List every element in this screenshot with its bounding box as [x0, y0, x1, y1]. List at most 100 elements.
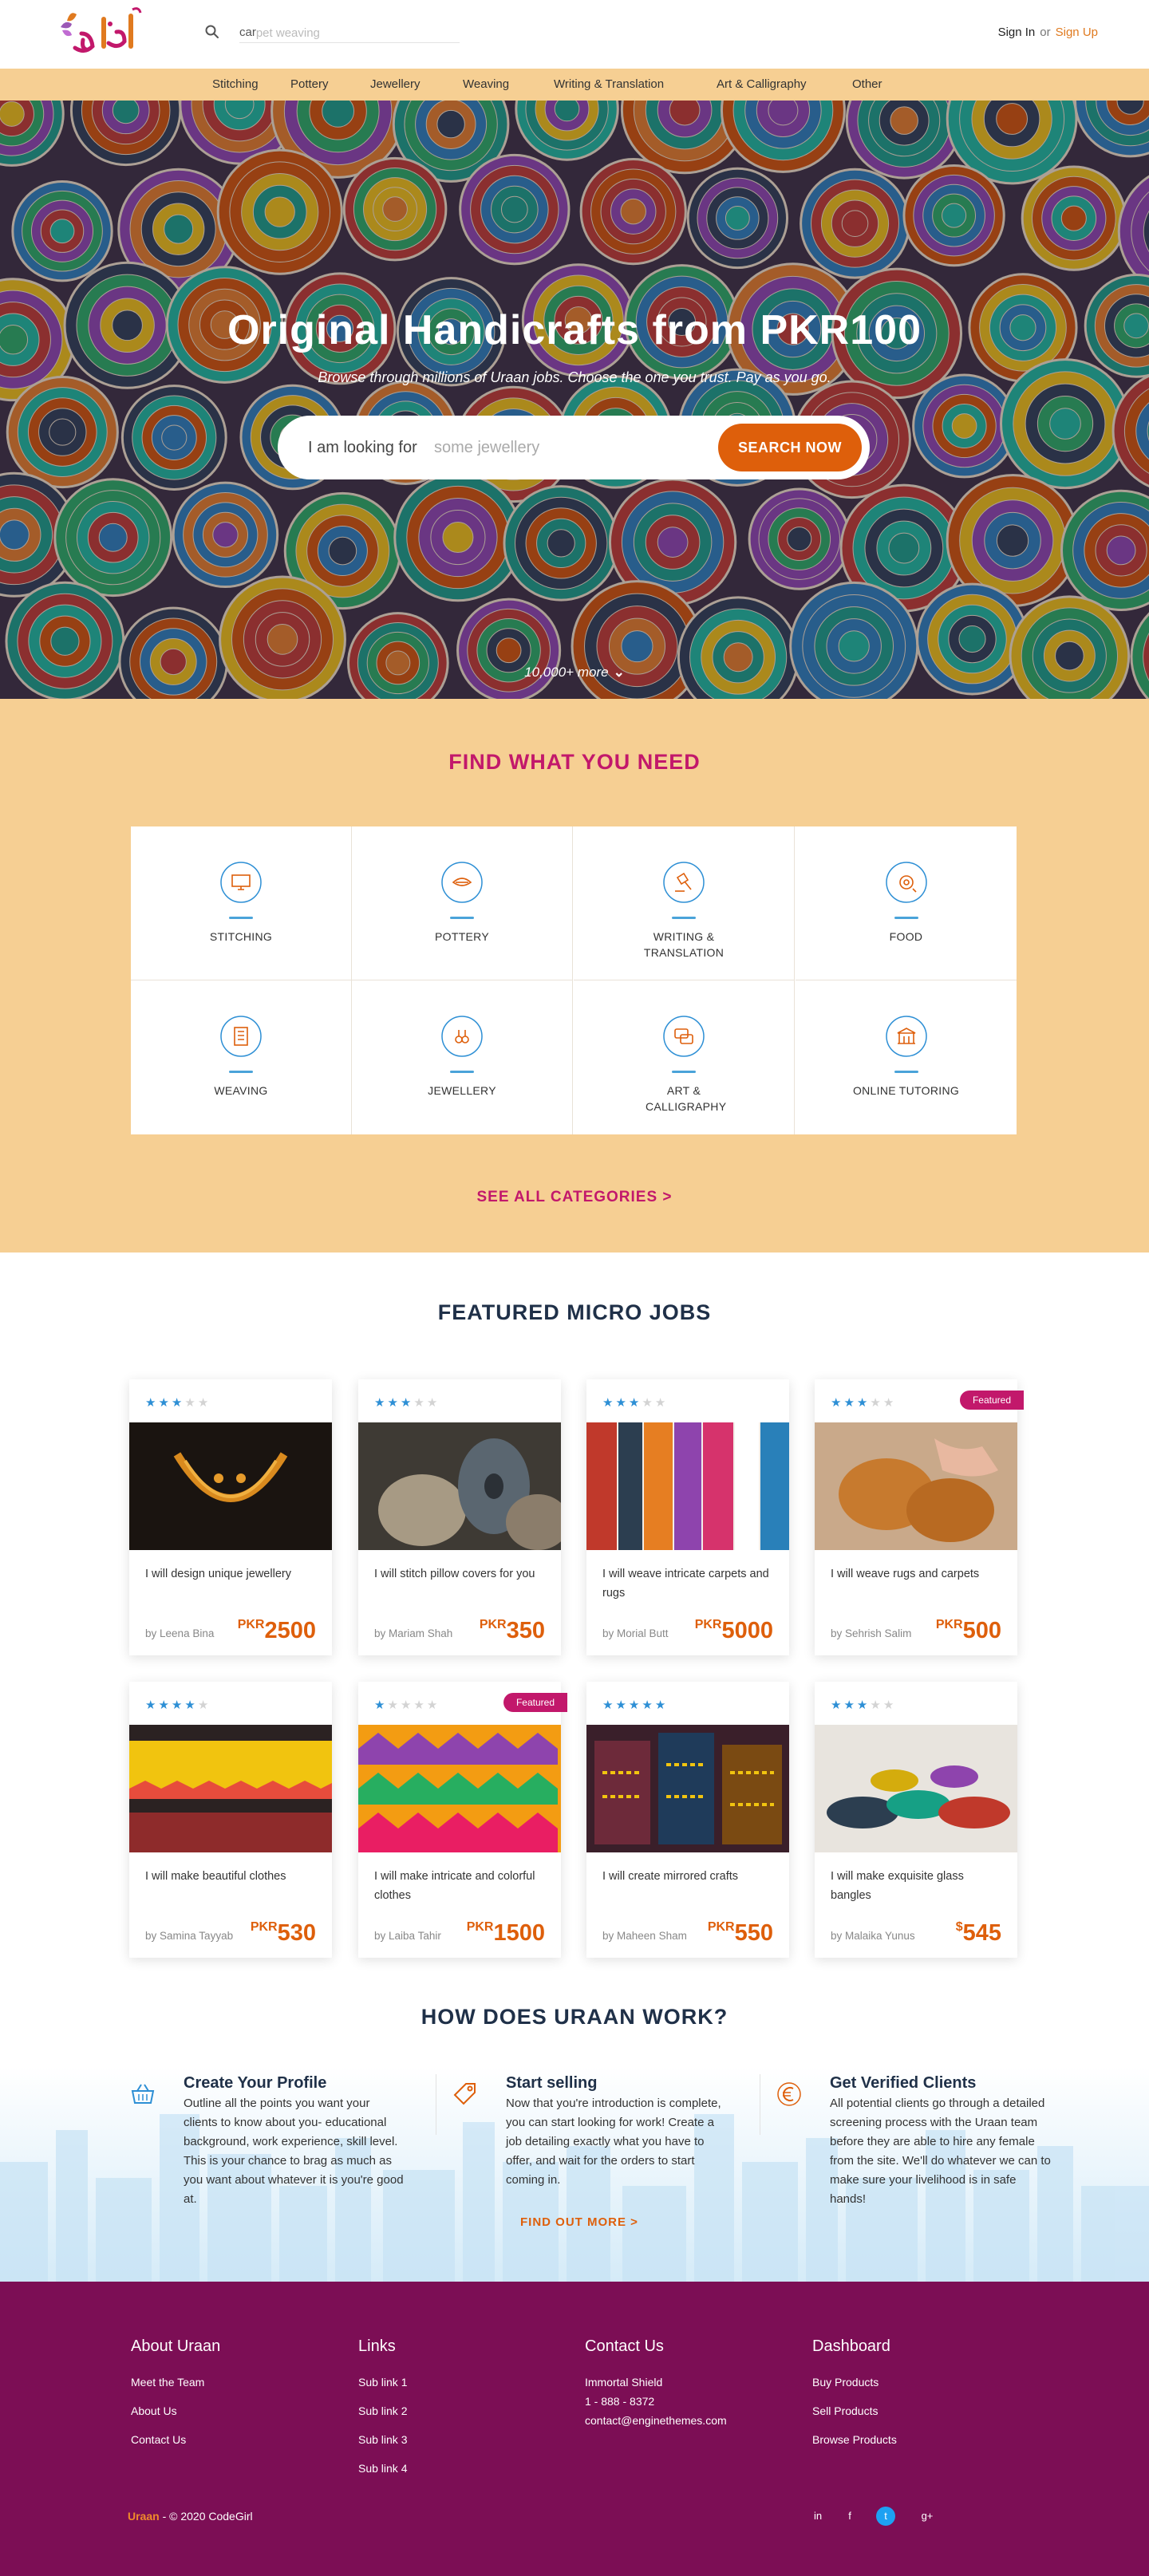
header-search-input[interactable] — [239, 22, 460, 43]
job-card[interactable]: ★★★★★ Featured I will make intricate and c… — [358, 1682, 567, 1958]
category-card[interactable]: STITCHING — [131, 826, 352, 980]
price-amount: 5000 — [721, 1618, 773, 1643]
footer-sublink-2[interactable]: Sub link 2 — [358, 2404, 566, 2418]
gavel-icon — [661, 860, 706, 905]
seller-name[interactable]: Sehrish Salim — [845, 1627, 911, 1639]
footer-link-sell[interactable]: Sell Products — [812, 2404, 1020, 2418]
rating-stars: ★★★★★ — [374, 1698, 440, 1712]
price-amount: 2500 — [264, 1618, 316, 1643]
category-card[interactable]: JEWELLERY — [352, 980, 573, 1134]
footer-link-team[interactable]: Meet the Team — [131, 2375, 338, 2389]
uraan-logo[interactable] — [54, 3, 158, 62]
job-title[interactable]: I will make exquisite glass bangles — [831, 1867, 1005, 1905]
search-now-button[interactable]: SEARCH NOW — [718, 424, 862, 471]
seller-name[interactable]: Maheen Sham — [617, 1930, 687, 1942]
job-seller: by Samina Tayyab — [145, 1930, 233, 1942]
category-card[interactable]: POTTERY — [352, 826, 573, 980]
sign-in-link[interactable]: Sign In — [998, 26, 1036, 39]
job-seller: by Morial Butt — [602, 1627, 669, 1639]
star-icon: ★ — [882, 1396, 897, 1410]
job-image[interactable] — [586, 1725, 789, 1852]
job-image[interactable] — [815, 1422, 1017, 1550]
footer-sublink-3[interactable]: Sub link 3 — [358, 2432, 566, 2447]
nav-item-stitching[interactable]: Stitching — [212, 77, 259, 91]
price-amount: 350 — [506, 1618, 545, 1643]
job-card[interactable]: ★★★★★ I will make exquisite glass bangles… — [815, 1682, 1017, 1958]
star-icon: ★ — [374, 1396, 388, 1410]
category-card[interactable]: ART & CALLIGRAPHY — [574, 980, 795, 1134]
nav-item-writing[interactable]: Writing & Translation — [554, 77, 664, 91]
contact-email[interactable]: contact@enginethemes.com — [585, 2413, 792, 2428]
job-title[interactable]: I will weave intricate carpets and rugs — [602, 1564, 776, 1603]
see-all-categories-link[interactable]: SEE ALL CATEGORIES > — [0, 1189, 1149, 1206]
step-create-profile: Create Your Profile Outline all the poin… — [131, 2074, 407, 2209]
seller-name[interactable]: Laiba Tahir — [389, 1930, 441, 1942]
job-card[interactable]: ★★★★★ I will stitch pillow covers for you… — [358, 1379, 561, 1655]
seller-name[interactable]: Leena Bina — [160, 1627, 214, 1639]
facebook-icon[interactable]: f — [840, 2507, 859, 2526]
footer-sublink-1[interactable]: Sub link 1 — [358, 2375, 566, 2389]
footer-link-about[interactable]: About Us — [131, 2404, 338, 2418]
seller-name[interactable]: Mariam Shah — [389, 1627, 452, 1639]
job-title[interactable]: I will design unique jewellery — [145, 1564, 319, 1584]
job-card[interactable]: ★★★★★ I will make beautiful clothes by Sam… — [129, 1682, 332, 1958]
nav-item-weaving[interactable]: Weaving — [463, 77, 509, 91]
site-footer: About Uraan Meet the Team About Us Conta… — [0, 2282, 1149, 2576]
job-price: $545 — [956, 1920, 1001, 1947]
footer-about-title: About Uraan — [131, 2337, 221, 2355]
price-amount: 1500 — [493, 1920, 545, 1946]
footer-link-browse[interactable]: Browse Products — [812, 2432, 1020, 2447]
search-icon[interactable] — [204, 24, 220, 40]
job-image[interactable] — [815, 1725, 1017, 1852]
job-title[interactable]: I will make intricate and colorful cloth… — [374, 1867, 548, 1905]
seller-name[interactable]: Morial Butt — [617, 1627, 669, 1639]
category-label: STITCHING — [209, 930, 273, 943]
linkedin-icon[interactable]: in — [808, 2507, 827, 2526]
seller-prefix: by — [831, 1930, 843, 1942]
category-card[interactable]: FOOD — [796, 826, 1017, 980]
google-plus-icon[interactable]: g+ — [918, 2507, 937, 2526]
seller-name[interactable]: Malaika Yunus — [845, 1930, 915, 1942]
step-start-selling: Start selling Now that you're introducti… — [436, 2074, 729, 2190]
footer-sublink-4[interactable]: Sub link 4 — [358, 2461, 566, 2475]
step-title: Get Verified Clients — [830, 2074, 977, 2092]
nav-item-jewellery[interactable]: Jewellery — [370, 77, 421, 91]
pottery-icon — [440, 860, 484, 905]
find-out-more-link[interactable]: FIND OUT MORE > — [520, 2215, 638, 2229]
footer-link-contact[interactable]: Contact Us — [131, 2432, 338, 2447]
job-image[interactable] — [586, 1422, 789, 1550]
job-title[interactable]: I will make beautiful clothes — [145, 1867, 319, 1886]
star-icon: ★ — [642, 1396, 655, 1410]
sign-up-link[interactable]: Sign Up — [1056, 26, 1098, 39]
job-title[interactable]: I will create mirrored crafts — [602, 1867, 776, 1886]
category-card[interactable]: WEAVING — [131, 980, 352, 1134]
rating-stars: ★★★★★ — [145, 1698, 211, 1712]
nav-item-other[interactable]: Other — [852, 77, 882, 91]
twitter-icon[interactable]: t — [876, 2507, 895, 2526]
copyright-brand[interactable]: Uraan — [128, 2510, 160, 2523]
job-card[interactable]: ★★★★★ Featured I will weave rugs and carpe… — [815, 1379, 1024, 1655]
job-card[interactable]: ★★★★★ I will design unique jewellery by Le… — [129, 1379, 332, 1655]
nav-item-pottery[interactable]: Pottery — [290, 77, 329, 91]
job-title[interactable]: I will weave rugs and carpets — [831, 1564, 1005, 1584]
job-image[interactable] — [129, 1725, 332, 1852]
hero-search-input[interactable] — [434, 435, 697, 460]
star-icon: ★ — [413, 1698, 427, 1712]
category-card[interactable]: ONLINE TUTORING — [796, 980, 1017, 1134]
job-card[interactable]: ★★★★★ I will weave intricate carpets and … — [586, 1379, 789, 1655]
more-link[interactable]: 10,000+ more ⌄ — [0, 665, 1149, 680]
seller-name[interactable]: Samina Tayyab — [160, 1930, 233, 1942]
job-image[interactable] — [129, 1422, 332, 1550]
nav-item-art[interactable]: Art & Calligraphy — [717, 77, 807, 91]
category-card[interactable]: WRITING & TRANSLATION — [574, 826, 795, 980]
footer-contact-title: Contact Us — [585, 2337, 664, 2355]
job-image[interactable] — [358, 1422, 561, 1550]
job-title[interactable]: I will stitch pillow covers for you — [374, 1564, 548, 1584]
star-icon: ★ — [654, 1396, 669, 1410]
footer-link-buy[interactable]: Buy Products — [812, 2375, 1020, 2389]
job-card[interactable]: ★★★★★ I will create mirrored crafts by Mah… — [586, 1682, 789, 1958]
job-image[interactable] — [358, 1725, 561, 1852]
tag-icon — [453, 2083, 476, 2105]
star-icon: ★ — [145, 1396, 159, 1410]
job-seller: by Malaika Yunus — [831, 1930, 915, 1942]
